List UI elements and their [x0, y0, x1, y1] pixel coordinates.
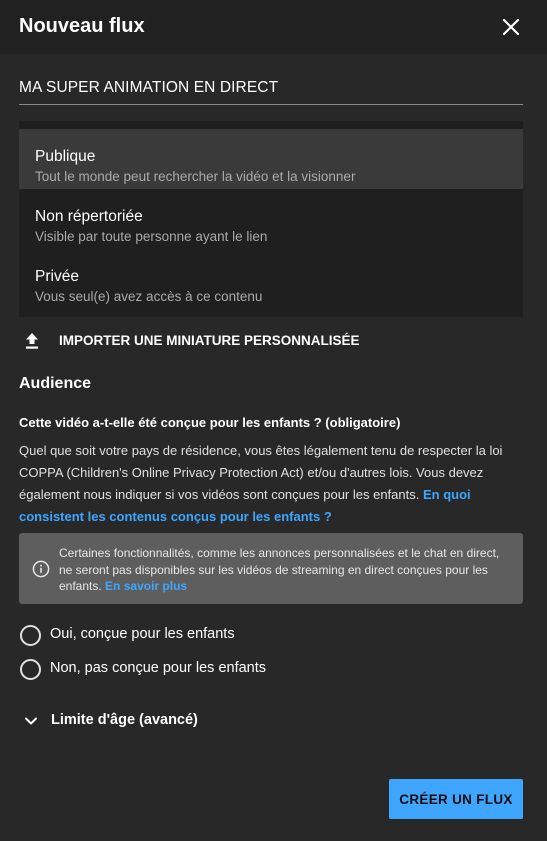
stream-title-field[interactable]: MA SUPER ANIMATION EN DIRECT	[19, 79, 523, 97]
visibility-option-private[interactable]: Privée Vous seul(e) avez accès à ce cont…	[19, 249, 523, 309]
upload-icon	[26, 333, 38, 349]
audience-heading: Audience	[19, 375, 92, 392]
audience-explanation: Quel que soit votre pays de résidence, v…	[19, 440, 519, 528]
visibility-option-description: Vous seul(e) avez accès à ce contenu	[35, 289, 263, 304]
visibility-option-description: Tout le monde peut rechercher la vidéo e…	[35, 169, 356, 184]
upload-thumbnail-button[interactable]: IMPORTER UNE MINIATURE PERSONNALISÉE	[19, 327, 379, 355]
notice-text: Certaines fonctionnalités, comme les ann…	[59, 545, 509, 595]
info-icon	[32, 560, 50, 578]
age-restriction-label: Limite d'âge (avancé)	[51, 712, 198, 728]
visibility-option-label: Non répertoriée	[35, 208, 143, 225]
title-underline	[19, 104, 523, 105]
visibility-list: Publique Tout le monde peut rechercher l…	[19, 121, 523, 317]
visibility-option-unlisted[interactable]: Non répertoriée Visible par toute person…	[19, 189, 523, 249]
dialog-header: Nouveau flux	[0, 0, 547, 54]
close-icon[interactable]	[499, 15, 523, 39]
visibility-option-public[interactable]: Publique Tout le monde peut rechercher l…	[19, 129, 523, 189]
radio-circle	[20, 659, 41, 680]
create-stream-button[interactable]: CRÉER UN FLUX	[389, 779, 523, 819]
radio-made-for-kids-no[interactable]: Non, pas conçue pour les enfants	[19, 658, 419, 682]
made-for-kids-notice: Certaines fonctionnalités, comme les ann…	[19, 533, 523, 604]
radio-circle	[20, 625, 41, 646]
chevron-down-icon	[25, 717, 37, 725]
dialog-title: Nouveau flux	[19, 15, 145, 37]
visibility-option-description: Visible par toute personne ayant le lien	[35, 229, 268, 244]
visibility-option-label: Privée	[35, 268, 79, 285]
audience-question: Cette vidéo a-t-elle été conçue pour les…	[19, 415, 401, 430]
radio-made-for-kids-yes[interactable]: Oui, conçue pour les enfants	[19, 624, 419, 648]
visibility-option-label: Publique	[35, 148, 96, 165]
radio-label: Oui, conçue pour les enfants	[50, 626, 235, 642]
learn-more-link[interactable]: En savoir plus	[105, 579, 187, 593]
upload-thumbnail-label: IMPORTER UNE MINIATURE PERSONNALISÉE	[59, 333, 360, 348]
age-restriction-toggle[interactable]: Limite d'âge (avancé)	[19, 708, 279, 734]
radio-label: Non, pas conçue pour les enfants	[50, 660, 267, 676]
